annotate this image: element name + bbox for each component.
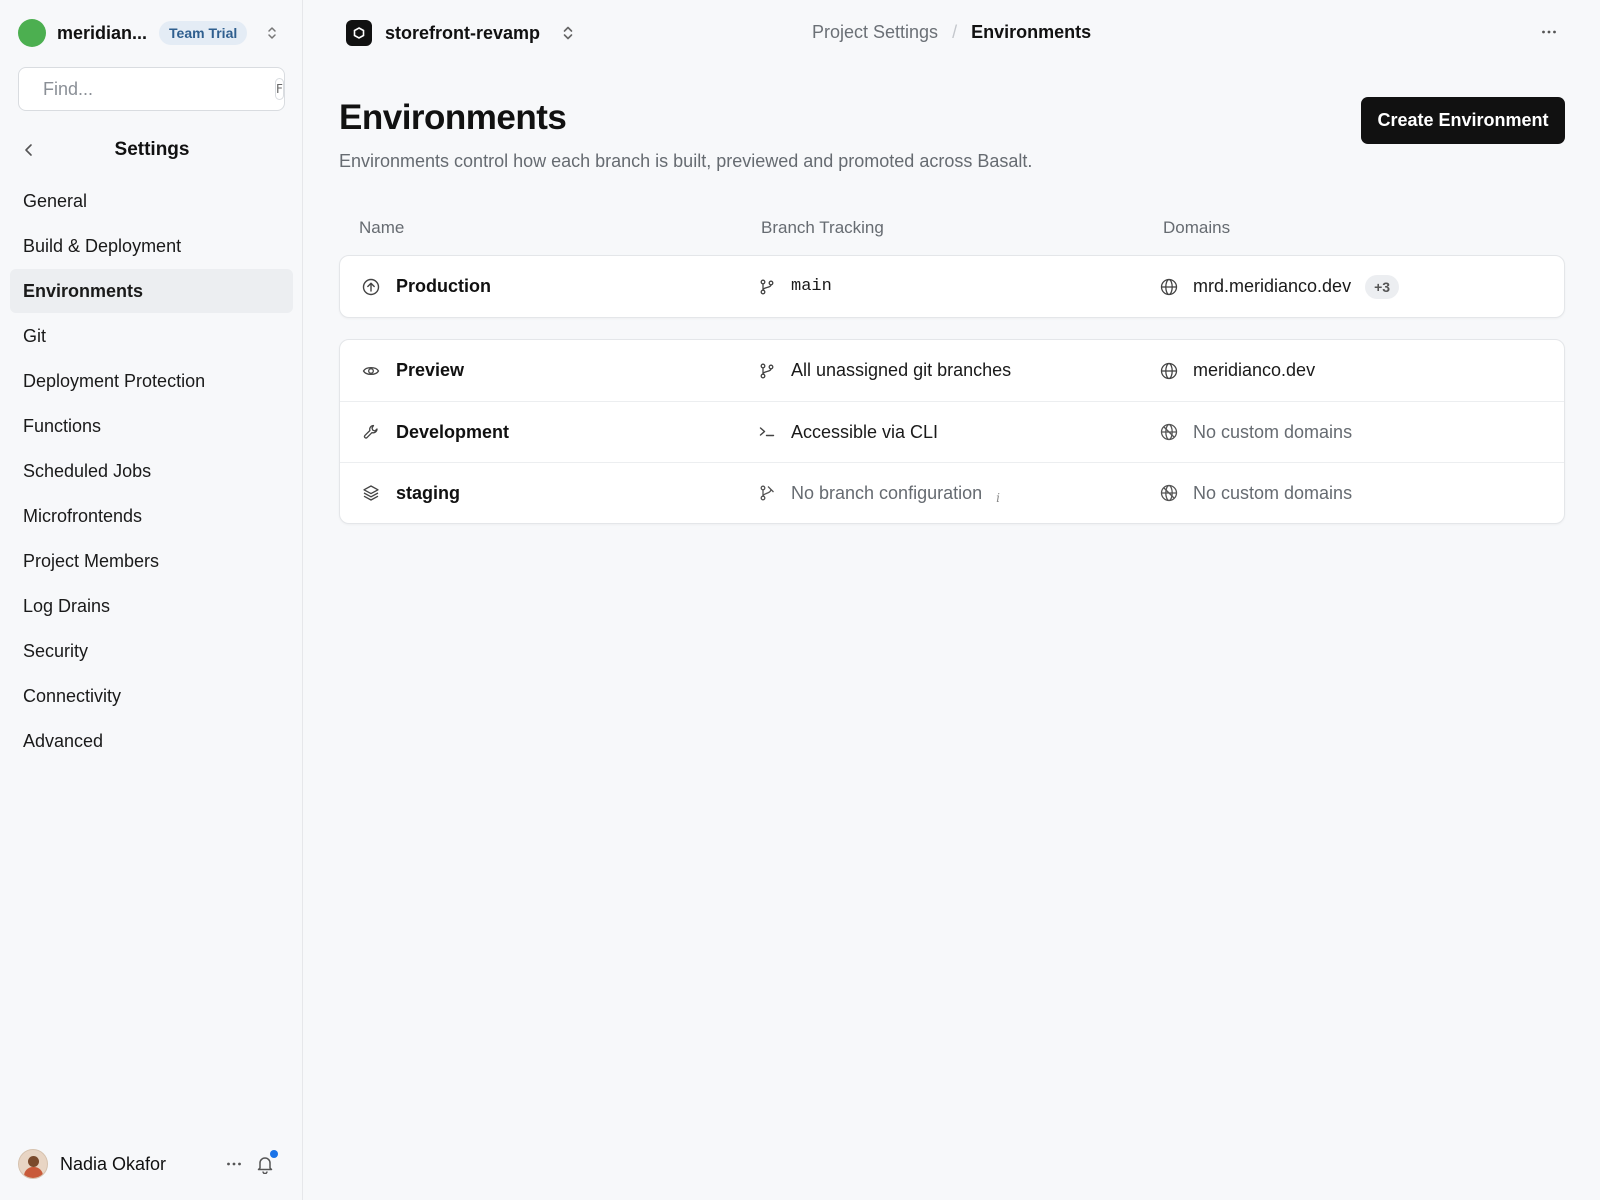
sidebar-item-microfrontends[interactable]: Microfrontends bbox=[10, 494, 293, 538]
avatar bbox=[18, 1149, 48, 1179]
terminal-icon bbox=[759, 427, 775, 437]
column-header-domains: Domains bbox=[1163, 218, 1231, 237]
sidebar-item-scheduled-jobs[interactable]: Scheduled Jobs bbox=[10, 449, 293, 493]
search-box: F bbox=[18, 67, 285, 111]
layers-icon bbox=[363, 485, 379, 501]
app: meridian... Team Trial F Settings Genera… bbox=[0, 0, 1600, 1200]
chevron-up-down-icon[interactable] bbox=[266, 25, 278, 41]
breadcrumb: Project Settings / Environments bbox=[812, 22, 1091, 43]
sidebar-item-project-members[interactable]: Project Members bbox=[10, 539, 293, 583]
topbar: storefront-revamp Project Settings / Env… bbox=[303, 0, 1600, 66]
search-shortcut: F bbox=[275, 78, 284, 100]
wrench-icon bbox=[363, 424, 378, 439]
project-switcher[interactable]: storefront-revamp bbox=[346, 20, 574, 46]
sidebar-item-deployment-protection[interactable]: Deployment Protection bbox=[10, 359, 293, 403]
table-row[interactable]: Production main mrd.meridianco.dev +3 bbox=[340, 256, 1564, 317]
sidebar-item-general[interactable]: General bbox=[10, 179, 293, 223]
globe-off-icon bbox=[1160, 484, 1178, 502]
info-icon[interactable]: i bbox=[996, 491, 1000, 505]
globe-icon bbox=[1160, 278, 1178, 295]
settings-nav: General Build & Deployment Environments … bbox=[10, 179, 293, 764]
git-branch-icon bbox=[760, 363, 774, 378]
arrow-up-circle-icon bbox=[362, 278, 380, 295]
notification-dot bbox=[270, 1150, 278, 1158]
sidebar-item-log-drains[interactable]: Log Drains bbox=[10, 584, 293, 628]
column-header-branch-tracking: Branch Tracking bbox=[761, 218, 884, 237]
search-input[interactable] bbox=[43, 78, 275, 100]
domain-link[interactable]: meridianco.dev bbox=[1193, 360, 1315, 381]
page-subtitle: Environments control how each branch is … bbox=[339, 151, 1033, 171]
more-horizontal-icon[interactable] bbox=[1541, 29, 1557, 35]
branch-tracking-text: Accessible via CLI bbox=[791, 421, 939, 442]
sidebar-item-git[interactable]: Git bbox=[10, 314, 293, 358]
sidebar-item-security[interactable]: Security bbox=[10, 629, 293, 673]
column-header-name: Name bbox=[359, 218, 405, 237]
project-name: storefront-revamp bbox=[385, 22, 541, 43]
environment-name[interactable]: Preview bbox=[396, 360, 464, 381]
chevron-left-icon[interactable] bbox=[21, 142, 37, 158]
team-switcher[interactable]: meridian... Team Trial bbox=[18, 18, 286, 48]
branch-tracking-text: All unassigned git branches bbox=[791, 360, 1012, 380]
settings-header: Settings bbox=[18, 134, 286, 166]
environment-name[interactable]: Production bbox=[396, 276, 491, 297]
eye-icon bbox=[362, 366, 380, 375]
breadcrumb-environments: Environments bbox=[971, 22, 1092, 42]
branch-tracking-text: No branch configuration bbox=[791, 482, 983, 503]
sidebar-item-connectivity[interactable]: Connectivity bbox=[10, 674, 293, 718]
breadcrumb-separator: / bbox=[952, 22, 958, 42]
breadcrumb-project-settings[interactable]: Project Settings bbox=[812, 22, 938, 43]
table-row[interactable]: Preview All unassigned git branches meri… bbox=[340, 340, 1564, 401]
team-avatar bbox=[18, 19, 46, 47]
production-environment-card: Production main mrd.meridianco.dev +3 bbox=[339, 255, 1565, 318]
git-branch-off-icon bbox=[760, 485, 774, 501]
settings-title: Settings bbox=[114, 139, 190, 160]
globe-icon bbox=[1160, 362, 1178, 379]
domain-text: No custom domains bbox=[1193, 421, 1353, 442]
chevron-up-down-icon[interactable] bbox=[562, 24, 574, 42]
page-title: Environments bbox=[339, 98, 567, 137]
create-environment-button[interactable]: Create Environment bbox=[1361, 97, 1565, 144]
extra-domains-badge[interactable]: +3 bbox=[1365, 274, 1400, 299]
domain-link[interactable]: mrd.meridianco.dev bbox=[1193, 276, 1351, 297]
environments-card: Preview All unassigned git branches meri… bbox=[339, 339, 1565, 524]
sidebar-item-functions[interactable]: Functions bbox=[10, 404, 293, 448]
table-row[interactable]: staging No branch configuration i No cus… bbox=[340, 462, 1564, 523]
branch-name: main bbox=[791, 277, 832, 296]
domain-text: No custom domains bbox=[1193, 482, 1353, 503]
git-branch-icon bbox=[760, 279, 774, 294]
sidebar-item-advanced[interactable]: Advanced bbox=[10, 719, 293, 763]
plan-badge: Team Trial bbox=[159, 21, 248, 45]
environment-name[interactable]: Development bbox=[396, 422, 509, 443]
table-row[interactable]: Development Accessible via CLI No custom… bbox=[340, 401, 1564, 462]
sidebar-item-environments[interactable]: Environments bbox=[10, 269, 293, 313]
more-horizontal-icon[interactable] bbox=[226, 1161, 242, 1167]
main-content: storefront-revamp Project Settings / Env… bbox=[303, 0, 1600, 1200]
environment-name[interactable]: staging bbox=[396, 483, 460, 504]
sidebar-item-build-deployment[interactable]: Build & Deployment bbox=[10, 224, 293, 268]
user-menu[interactable]: Nadia Okafor bbox=[18, 1148, 286, 1180]
project-logo-icon bbox=[346, 20, 372, 46]
team-name: meridian... bbox=[57, 22, 148, 43]
user-name: Nadia Okafor bbox=[60, 1153, 167, 1174]
globe-off-icon bbox=[1160, 423, 1178, 441]
sidebar: meridian... Team Trial F Settings Genera… bbox=[0, 0, 303, 1200]
